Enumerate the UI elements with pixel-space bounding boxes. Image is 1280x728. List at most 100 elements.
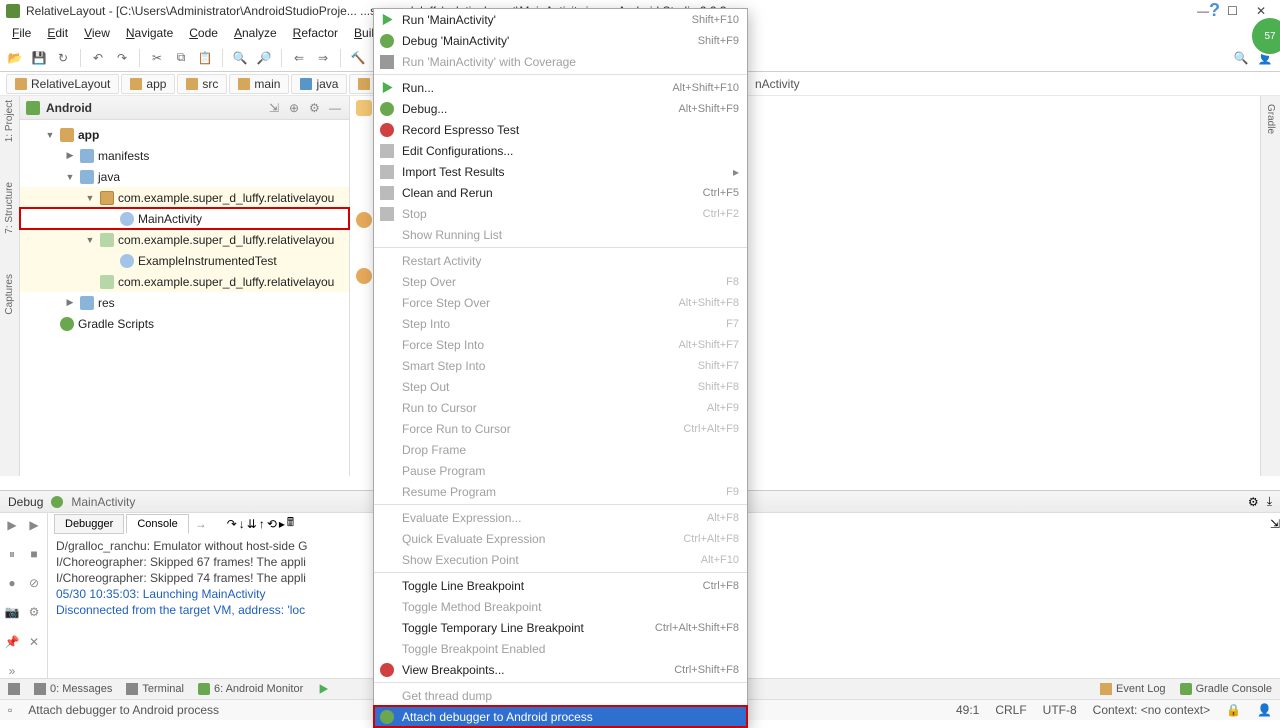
crumb-relativelayout[interactable]: RelativeLayout — [6, 74, 119, 94]
runmenu-run--mainactivity-[interactable]: Run 'MainActivity'Shift+F10 — [374, 9, 747, 30]
rerun-icon[interactable]: ▶ — [2, 515, 22, 535]
rail-7--structure[interactable]: 7: Structure — [4, 182, 15, 234]
crumb-app[interactable]: app — [121, 74, 175, 94]
mute-bp-icon[interactable]: ⊘ — [24, 573, 44, 593]
menu-file[interactable]: File — [6, 24, 37, 42]
tree-mainactivity[interactable]: MainActivity — [20, 208, 349, 229]
tree-app[interactable]: ▼app — [20, 124, 349, 145]
toolwin-run-icon[interactable] — [317, 683, 329, 695]
runmenu-clean-and-rerun[interactable]: Clean and RerunCtrl+F5 — [374, 182, 747, 203]
find-icon[interactable]: 🔍 — [231, 49, 249, 67]
status-position[interactable]: 49:1 — [956, 703, 979, 717]
tree-gradlescripts[interactable]: Gradle Scripts — [20, 313, 349, 334]
tree-manifests[interactable]: ▶manifests — [20, 145, 349, 166]
gutter-refresh-icon[interactable] — [356, 100, 372, 116]
gradle-tab[interactable]: Gradle — [1265, 104, 1276, 134]
menu-view[interactable]: View — [78, 24, 116, 42]
runmenu-toggle-line-breakpoint[interactable]: Toggle Line BreakpointCtrl+F8 — [374, 575, 747, 596]
rail-1--project[interactable]: 1: Project — [4, 100, 15, 142]
status-encoding[interactable]: UTF-8 — [1043, 703, 1077, 717]
settings-icon[interactable]: ⚙ — [309, 101, 323, 115]
pin-icon[interactable]: 📌 — [2, 632, 22, 652]
crumb-java[interactable]: java — [291, 74, 347, 94]
runmenu-view-breakpoints---[interactable]: View Breakpoints...Ctrl+Shift+F8 — [374, 659, 747, 680]
toolwin-0--messages[interactable]: 0: Messages — [34, 683, 112, 695]
runmenu-edit-configurations---[interactable]: Edit Configurations... — [374, 140, 747, 161]
step-over-icon[interactable]: ↷ — [227, 517, 237, 531]
pause-debug-icon[interactable]: ⏸ — [2, 544, 22, 564]
status-hector-icon[interactable]: 👤 — [1257, 703, 1272, 717]
view-bp-icon[interactable]: ● — [2, 573, 22, 593]
eval-icon[interactable]: 🖩 — [287, 513, 294, 534]
rail-captures[interactable]: Captures — [4, 274, 15, 315]
run-cursor-icon[interactable]: ▸ — [279, 517, 285, 531]
tree-comexamplesuperdluffyrelativelayou[interactable]: ▼com.example.super_d_luffy.relativelayou — [20, 229, 349, 250]
runmenu-toggle-temporary-line-breakpoi[interactable]: Toggle Temporary Line BreakpointCtrl+Alt… — [374, 617, 747, 638]
toolwin-event-log[interactable]: Event Log — [1100, 683, 1166, 695]
back-icon[interactable]: ⇐ — [290, 49, 308, 67]
tree-res[interactable]: ▶res — [20, 292, 349, 313]
tree-java[interactable]: ▼java — [20, 166, 349, 187]
search-everywhere-icon[interactable]: 🔍 — [1232, 49, 1250, 67]
cut-icon[interactable]: ✂ — [148, 49, 166, 67]
runmenu-debug--mainactivity-[interactable]: Debug 'MainActivity'Shift+F9 — [374, 30, 747, 51]
paste-icon[interactable]: 📋 — [196, 49, 214, 67]
stop-debug-icon[interactable]: ■ — [24, 544, 44, 564]
drop-frame-icon[interactable]: ⟲ — [267, 517, 277, 531]
runmenu-run---[interactable]: Run...Alt+Shift+F10 — [374, 77, 747, 98]
status-lock-icon[interactable]: 🔒 — [1226, 703, 1241, 717]
toolwin-6--android-monitor[interactable]: 6: Android Monitor — [198, 683, 303, 695]
close-dbg-icon[interactable]: ✕ — [24, 632, 44, 652]
step-out-icon[interactable]: ↑ — [259, 517, 265, 531]
redo-icon[interactable]: ↷ — [113, 49, 131, 67]
tab-debugger[interactable]: Debugger — [54, 514, 124, 534]
save-icon[interactable]: 💾 — [30, 49, 48, 67]
open-icon[interactable]: 📂 — [6, 49, 24, 67]
debug-restore-icon[interactable]: ⤓ — [1267, 494, 1272, 509]
menu-edit[interactable]: Edit — [41, 24, 74, 42]
minimize-icon[interactable]: — — [1197, 4, 1209, 18]
resume-debug-icon[interactable]: ▶ — [24, 515, 44, 535]
layout-settings-icon[interactable]: ⚙ — [24, 602, 44, 622]
sync-icon[interactable]: ↻ — [54, 49, 72, 67]
scroll-icon[interactable]: ⇲ — [1270, 517, 1280, 531]
tab-console[interactable]: Console — [126, 514, 188, 534]
status-square-icon[interactable]: ▫ — [8, 703, 12, 717]
replace-icon[interactable]: 🔎 — [255, 49, 273, 67]
crumb-activity[interactable]: nActivity — [755, 77, 800, 91]
menu-code[interactable]: Code — [183, 24, 224, 42]
tree-comexamplesuperdluffyrelativelayou[interactable]: com.example.super_d_luffy.relativelayou — [20, 271, 349, 292]
force-step-icon[interactable]: ⇊ — [247, 517, 257, 531]
project-view-selector[interactable]: Android — [46, 101, 263, 115]
collapse-icon[interactable]: ⇲ — [269, 101, 283, 115]
target-icon[interactable]: ⊕ — [289, 101, 303, 115]
dump-icon[interactable]: 📷 — [2, 602, 22, 622]
status-line-ending[interactable]: CRLF — [995, 703, 1026, 717]
runmenu-record-espresso-test[interactable]: Record Espresso Test — [374, 119, 747, 140]
build-icon[interactable]: 🔨 — [349, 49, 367, 67]
crumb-src[interactable]: src — [177, 74, 227, 94]
toolwin-terminal[interactable]: Terminal — [126, 683, 184, 695]
tree-exampleinstrumentedtest[interactable]: ExampleInstrumentedTest — [20, 250, 349, 271]
undo-icon[interactable]: ↶ — [89, 49, 107, 67]
debug-gear-icon[interactable]: ⚙ — [1248, 495, 1259, 509]
status-context[interactable]: Context: <no context> — [1093, 703, 1210, 717]
runmenu-import-test-results[interactable]: Import Test Results▸ — [374, 161, 747, 182]
menu-refactor[interactable]: Refactor — [287, 24, 344, 42]
help-icon[interactable]: ? — [1209, 0, 1220, 21]
step-into-icon[interactable]: ↓ — [239, 517, 245, 531]
gutter-override-icon[interactable] — [356, 212, 372, 228]
tool-square-icon[interactable] — [8, 683, 20, 695]
tree-comexamplesuperdluffyrelativelayou[interactable]: ▼com.example.super_d_luffy.relativelayou — [20, 187, 349, 208]
runmenu-debug---[interactable]: Debug...Alt+Shift+F9 — [374, 98, 747, 119]
maximize-icon[interactable]: ☐ — [1227, 4, 1238, 18]
crumb-main[interactable]: main — [229, 74, 289, 94]
hide-icon[interactable]: — — [329, 101, 343, 115]
gutter-override-icon[interactable] — [356, 268, 372, 284]
toolwin-gradle-console[interactable]: Gradle Console — [1180, 683, 1272, 695]
menu-navigate[interactable]: Navigate — [120, 24, 179, 42]
menu-analyze[interactable]: Analyze — [228, 24, 283, 42]
runmenu-attach-debugger-to-android-pro[interactable]: Attach debugger to Android process — [374, 706, 747, 727]
copy-icon[interactable]: ⧉ — [172, 49, 190, 67]
console-arrow-icon[interactable]: → — [191, 517, 211, 531]
